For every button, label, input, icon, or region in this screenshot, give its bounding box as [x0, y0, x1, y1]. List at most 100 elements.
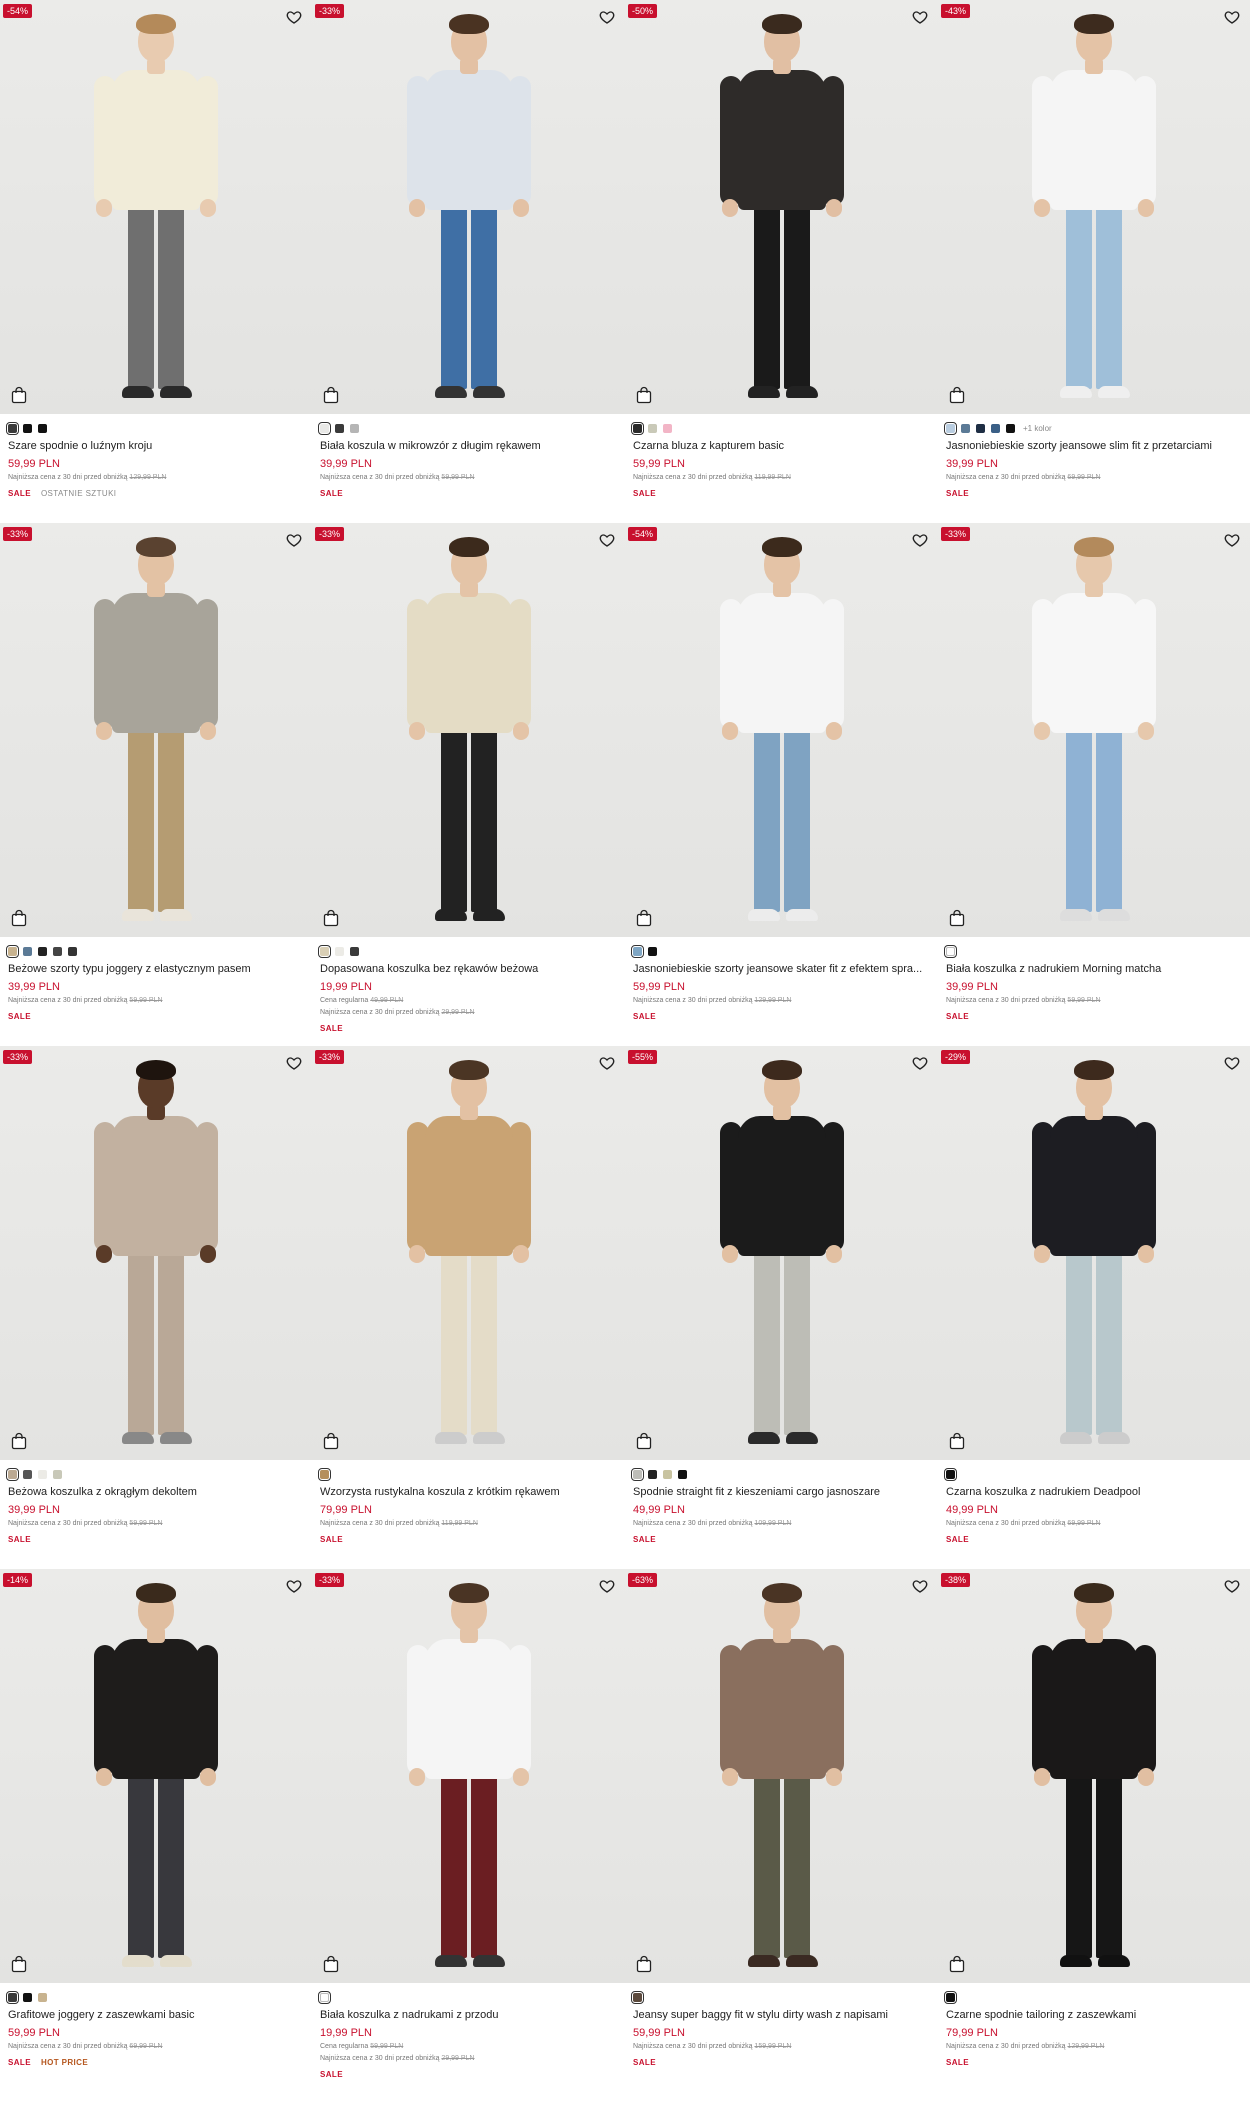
product-card[interactable]: -50% Czarna bluza z kapturem basic 59,99 P…: [625, 0, 938, 523]
product-card[interactable]: -14% Grafitowe joggery z zaszewkami basic…: [0, 1569, 312, 2092]
product-card[interactable]: -33% Beżowa koszulka z okrągłym dekoltem 3…: [0, 1046, 312, 1569]
heart-icon[interactable]: [286, 532, 302, 548]
product-image[interactable]: -55%: [625, 1046, 938, 1460]
color-swatch[interactable]: [23, 1993, 32, 2002]
product-name[interactable]: Wzorzysta rustykalna koszula z krótkim r…: [320, 1486, 617, 1499]
color-swatch[interactable]: [335, 424, 344, 433]
color-swatch[interactable]: [6, 1991, 19, 2004]
heart-icon[interactable]: [599, 1578, 615, 1594]
product-name[interactable]: Biała koszulka z nadrukiem Morning match…: [946, 963, 1242, 976]
color-swatch[interactable]: [53, 1470, 62, 1479]
color-swatch[interactable]: [335, 947, 344, 956]
color-swatch[interactable]: [944, 422, 957, 435]
product-image[interactable]: -54%: [625, 523, 938, 937]
color-swatch[interactable]: [961, 424, 970, 433]
color-swatch[interactable]: [944, 1991, 957, 2004]
color-swatch[interactable]: [663, 424, 672, 433]
color-swatch[interactable]: [38, 1470, 47, 1479]
product-name[interactable]: Beżowe szorty typu joggery z elastycznym…: [8, 963, 304, 976]
shopping-bag-icon[interactable]: [11, 909, 27, 927]
product-card[interactable]: -54% Szare spodnie o luźnym kroju 59,99 PL…: [0, 0, 312, 523]
product-name[interactable]: Biała koszula w mikrowzór z długim rękaw…: [320, 440, 617, 453]
product-image[interactable]: -33%: [938, 523, 1250, 937]
heart-icon[interactable]: [599, 9, 615, 25]
product-card[interactable]: -33% Dopasowana koszulka bez rękawów beżo…: [312, 523, 625, 1046]
shopping-bag-icon[interactable]: [949, 386, 965, 404]
product-image[interactable]: -29%: [938, 1046, 1250, 1460]
heart-icon[interactable]: [599, 1055, 615, 1071]
color-swatch[interactable]: [53, 947, 62, 956]
product-image[interactable]: -33%: [0, 523, 312, 937]
color-swatch[interactable]: [68, 947, 77, 956]
heart-icon[interactable]: [1224, 1055, 1240, 1071]
product-image[interactable]: -43%: [938, 0, 1250, 414]
product-card[interactable]: -33% Biała koszulka z nadrukiem Morning m…: [938, 523, 1250, 1046]
product-image[interactable]: -14%: [0, 1569, 312, 1983]
color-swatch[interactable]: [1006, 424, 1015, 433]
product-card[interactable]: -55% Spodnie straight fit z kieszeniami c…: [625, 1046, 938, 1569]
color-swatch[interactable]: [318, 1991, 331, 2004]
heart-icon[interactable]: [1224, 532, 1240, 548]
color-swatch[interactable]: [944, 945, 957, 958]
product-name[interactable]: Dopasowana koszulka bez rękawów beżowa: [320, 963, 617, 976]
product-image[interactable]: -33%: [312, 523, 625, 937]
heart-icon[interactable]: [912, 1578, 928, 1594]
product-name[interactable]: Spodnie straight fit z kieszeniami cargo…: [633, 1486, 930, 1499]
product-card[interactable]: -33% Biała koszulka z nadrukami z przodu 1…: [312, 1569, 625, 2092]
shopping-bag-icon[interactable]: [636, 1432, 652, 1450]
product-image[interactable]: -50%: [625, 0, 938, 414]
color-swatch[interactable]: [976, 424, 985, 433]
color-swatch[interactable]: [631, 945, 644, 958]
color-swatch[interactable]: [318, 945, 331, 958]
heart-icon[interactable]: [912, 532, 928, 548]
product-image[interactable]: -63%: [625, 1569, 938, 1983]
product-name[interactable]: Jasnoniebieskie szorty jeansowe slim fit…: [946, 440, 1242, 453]
more-colors-label[interactable]: +1 kolor: [1023, 424, 1052, 433]
heart-icon[interactable]: [1224, 9, 1240, 25]
color-swatch[interactable]: [631, 1468, 644, 1481]
shopping-bag-icon[interactable]: [323, 386, 339, 404]
shopping-bag-icon[interactable]: [636, 386, 652, 404]
product-name[interactable]: Czarna koszulka z nadrukiem Deadpool: [946, 1486, 1242, 1499]
product-image[interactable]: -33%: [0, 1046, 312, 1460]
color-swatch[interactable]: [23, 947, 32, 956]
color-swatch[interactable]: [648, 424, 657, 433]
color-swatch[interactable]: [631, 422, 644, 435]
product-image[interactable]: -54%: [0, 0, 312, 414]
color-swatch[interactable]: [6, 945, 19, 958]
color-swatch[interactable]: [38, 1993, 47, 2002]
shopping-bag-icon[interactable]: [949, 1432, 965, 1450]
color-swatch[interactable]: [23, 1470, 32, 1479]
product-name[interactable]: Beżowa koszulka z okrągłym dekoltem: [8, 1486, 304, 1499]
product-image[interactable]: -33%: [312, 1569, 625, 1983]
product-name[interactable]: Czarna bluza z kapturem basic: [633, 440, 930, 453]
color-swatch[interactable]: [648, 1470, 657, 1479]
product-card[interactable]: -33% Wzorzysta rustykalna koszula z krótk…: [312, 1046, 625, 1569]
color-swatch[interactable]: [350, 947, 359, 956]
product-card[interactable]: -54% Jasnoniebieskie szorty jeansowe skat…: [625, 523, 938, 1046]
color-swatch[interactable]: [944, 1468, 957, 1481]
shopping-bag-icon[interactable]: [11, 1432, 27, 1450]
product-name[interactable]: Grafitowe joggery z zaszewkami basic: [8, 2009, 304, 2022]
heart-icon[interactable]: [286, 1055, 302, 1071]
product-image[interactable]: -38%: [938, 1569, 1250, 1983]
color-swatch[interactable]: [648, 947, 657, 956]
product-card[interactable]: -38% Czarne spodnie tailoring z zaszewkam…: [938, 1569, 1250, 2092]
product-card[interactable]: -43% +1 kolor Jasnoniebieskie szorty jeans…: [938, 0, 1250, 523]
color-swatch[interactable]: [991, 424, 1000, 433]
color-swatch[interactable]: [38, 424, 47, 433]
color-swatch[interactable]: [318, 422, 331, 435]
color-swatch[interactable]: [38, 947, 47, 956]
heart-icon[interactable]: [912, 9, 928, 25]
color-swatch[interactable]: [6, 1468, 19, 1481]
heart-icon[interactable]: [286, 1578, 302, 1594]
heart-icon[interactable]: [912, 1055, 928, 1071]
shopping-bag-icon[interactable]: [323, 909, 339, 927]
heart-icon[interactable]: [599, 532, 615, 548]
product-card[interactable]: -33% Biała koszula w mikrowzór z długim r…: [312, 0, 625, 523]
shopping-bag-icon[interactable]: [636, 1955, 652, 1973]
product-name[interactable]: Czarne spodnie tailoring z zaszewkami: [946, 2009, 1242, 2022]
product-card[interactable]: -33% Beżowe szorty typu joggery z elastyc…: [0, 523, 312, 1046]
product-image[interactable]: -33%: [312, 0, 625, 414]
product-card[interactable]: -63% Jeansy super baggy fit w stylu dirty…: [625, 1569, 938, 2092]
